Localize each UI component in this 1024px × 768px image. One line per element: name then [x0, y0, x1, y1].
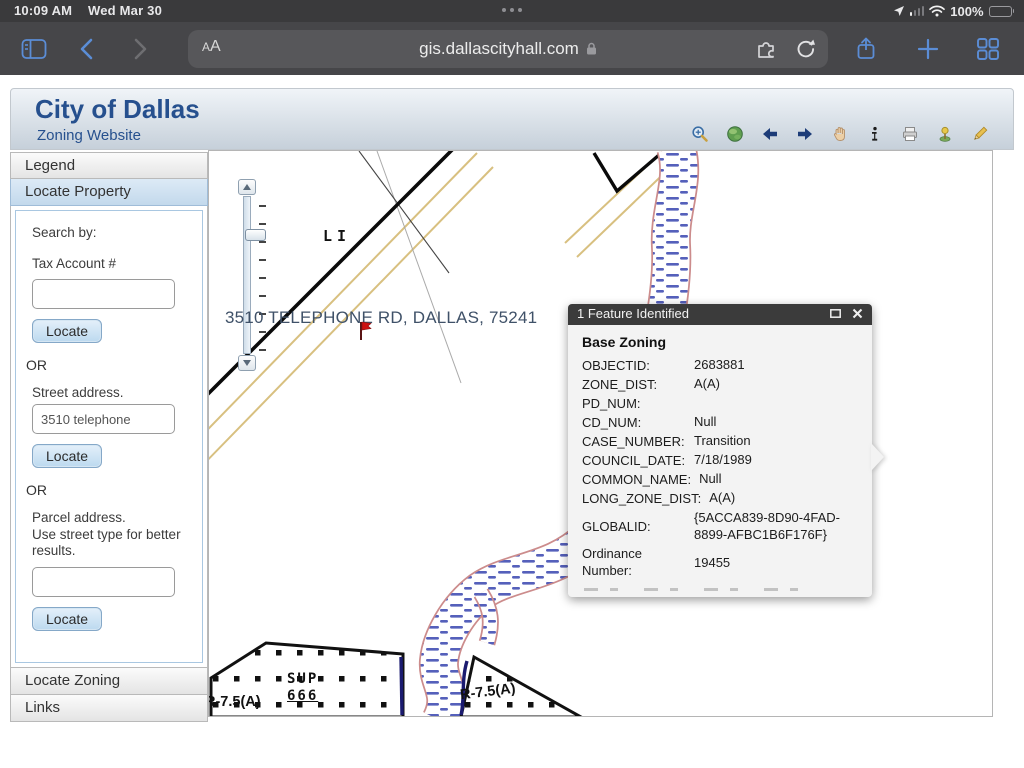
back-button[interactable] — [72, 35, 100, 63]
multitasking-handle-icon[interactable] — [502, 8, 522, 12]
zoom-slider-track[interactable] — [243, 196, 251, 354]
sidebar-item-locate-property[interactable]: Locate Property — [10, 179, 208, 206]
popup-field-zone-dist: ZONE_DIST:A(A) — [582, 375, 860, 394]
parcel-address-input[interactable] — [32, 567, 175, 597]
locate-by-parcel-button[interactable]: Locate — [32, 607, 102, 631]
popup-close-icon[interactable] — [851, 307, 864, 320]
tax-account-input[interactable] — [32, 279, 175, 309]
or-separator-2: OR — [26, 482, 192, 498]
sidebar-item-locate-zoning[interactable]: Locate Zoning — [10, 668, 208, 695]
or-separator: OR — [26, 357, 192, 373]
location-arrow-icon — [893, 5, 905, 17]
locate-property-panel: Search by: Tax Account # Locate OR Stree… — [10, 206, 208, 668]
street-address-input[interactable] — [32, 404, 175, 434]
status-date: Wed Mar 30 — [88, 3, 162, 18]
feature-identified-popup: 1 Feature Identified Base Zoning OBJECTI… — [568, 304, 872, 597]
tab-overview-icon[interactable] — [974, 35, 1002, 63]
popup-maximize-icon[interactable] — [829, 307, 842, 320]
locate-by-street-button[interactable]: Locate — [32, 444, 102, 468]
full-extent-globe-icon[interactable] — [726, 125, 744, 143]
popup-field-objectid: OBJECTID:2683881 — [582, 356, 860, 375]
status-indicators: 100% — [893, 2, 1014, 20]
web-page: City of Dallas Zoning Website Legend Loc… — [0, 75, 1024, 768]
popup-field-council-date: COUNCIL_DATE:7/18/1989 — [582, 451, 860, 470]
back-arrow-icon[interactable] — [761, 125, 779, 143]
reload-icon[interactable] — [794, 37, 816, 66]
popup-field-pd-num: PD_NUM: — [582, 394, 860, 413]
print-icon[interactable] — [901, 125, 919, 143]
parcel-address-hint: Use street type for better results. — [32, 527, 192, 558]
zone-label-sup: SUP 666 — [287, 671, 318, 705]
popup-field-globalid: GLOBALID:{5ACCA839-8D90-4FAD-8899-AFBC1B… — [582, 508, 860, 544]
battery-icon — [989, 6, 1015, 17]
popup-field-case-number: CASE_NUMBER:Transition — [582, 432, 860, 451]
location-flag-icon — [357, 319, 373, 341]
identify-info-icon[interactable] — [866, 125, 884, 143]
zone-label-li: LI — [323, 227, 351, 245]
street-address-label: Street address. — [32, 385, 192, 400]
address-bar[interactable]: AA gis.dallascityhall.com — [188, 30, 828, 68]
sidebar-accordion: Legend Locate Property Search by: Tax Ac… — [10, 152, 208, 722]
zoom-in-icon[interactable] — [691, 125, 709, 143]
popup-title: 1 Feature Identified — [577, 306, 689, 321]
popup-field-long-zone-dist: LONG_ZONE_DIST:A(A) — [582, 489, 860, 508]
forward-arrow-icon[interactable] — [796, 125, 814, 143]
draw-pencil-icon[interactable] — [971, 125, 989, 143]
cellular-signal-icon — [910, 6, 925, 16]
lock-icon — [586, 40, 597, 60]
search-by-label: Search by: — [32, 225, 192, 240]
popup-field-cd-num: CD_NUM:Null — [582, 413, 860, 432]
popup-titlebar[interactable]: 1 Feature Identified — [568, 304, 872, 325]
sidebar-item-links[interactable]: Links — [10, 695, 208, 722]
zone-label-r75-left: R-7.5(A) — [208, 694, 261, 710]
pan-hand-icon[interactable] — [831, 125, 849, 143]
popup-clipped-row — [584, 584, 834, 593]
popup-section-title: Base Zoning — [582, 334, 860, 350]
tax-account-label: Tax Account # — [32, 256, 192, 271]
zoom-slider-down-button[interactable] — [238, 355, 256, 371]
extensions-puzzle-icon[interactable] — [754, 38, 778, 65]
popup-field-common-name: COMMON_NAME:Null — [582, 470, 860, 489]
popup-field-ordinance-number: Ordinance Number:19455 — [582, 544, 860, 580]
locate-by-tax-button[interactable]: Locate — [32, 319, 102, 343]
status-bar: 10:09 AM Wed Mar 30 100% — [0, 0, 1024, 22]
wifi-icon — [929, 5, 945, 17]
share-icon[interactable] — [852, 35, 880, 63]
located-address-label: 3510 TELEPHONE RD, DALLAS, 75241 — [225, 308, 537, 328]
parcel-address-label: Parcel address. — [32, 510, 192, 525]
zoom-slider-up-button[interactable] — [238, 179, 256, 195]
sidebar-item-legend[interactable]: Legend — [10, 152, 208, 179]
zoom-slider-thumb[interactable] — [245, 229, 266, 241]
new-tab-plus-icon[interactable] — [914, 35, 942, 63]
status-time: 10:09 AM — [14, 3, 72, 18]
popup-tail-pointer — [871, 443, 884, 471]
forward-button[interactable] — [126, 35, 154, 63]
url-text[interactable]: gis.dallascityhall.com — [188, 39, 828, 60]
map-zoom-slider — [235, 179, 269, 371]
status-time-date: 10:09 AM Wed Mar 30 — [14, 3, 162, 18]
sidebar-toggle-icon[interactable] — [20, 35, 48, 63]
locate-pin-icon[interactable] — [936, 125, 954, 143]
browser-toolbar: AA gis.dallascityhall.com — [0, 22, 1024, 75]
site-header: City of Dallas Zoning Website — [10, 88, 1014, 150]
site-subtitle: Zoning Website — [37, 127, 141, 144]
battery-percent: 100% — [950, 4, 983, 19]
site-title: City of Dallas — [35, 94, 200, 125]
map-toolbar — [691, 125, 989, 143]
